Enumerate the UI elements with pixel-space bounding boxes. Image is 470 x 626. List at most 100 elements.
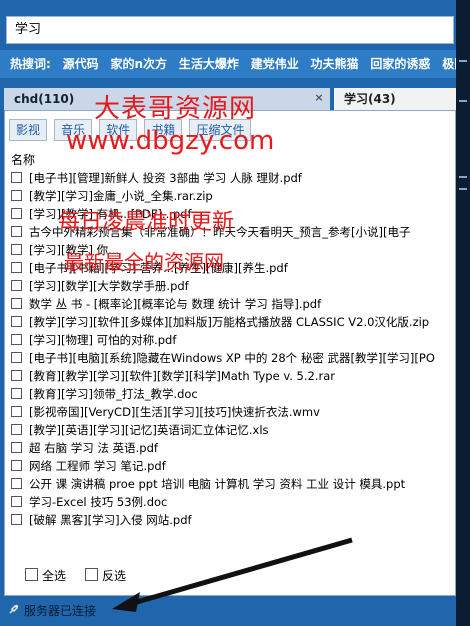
item-filename: [破解 黑客][学习]入侵 网站.pdf [29,513,192,527]
item-filename: 古今中外精彩预言集（非常准确）！昨天今天看明天_预言_参考[小说][电子 [29,225,411,239]
checkbox-box [25,568,38,581]
item-filename: [教学][学习][软件][多媒体][加料版]万能格式播放器 CLASSIC V2… [29,315,430,329]
invert-label: 反选 [102,569,127,583]
item-filename: [电子书][书籍][学习] 营养...[养生][健康][养生.pdf [29,261,288,275]
invert-selection-checkbox[interactable]: 反选 [85,567,126,584]
hotword-link[interactable]: 建党伟业 [251,57,299,71]
item-checkbox[interactable] [11,424,22,435]
hotwords-bar: 热搜词: 源代码 家的n次方 生活大爆炸 建党伟业 功夫熊猫 回家的诱惑 极限 [0,50,456,78]
list-item[interactable]: 学习-Excel 技巧 53例.doc [5,493,455,511]
list-item[interactable]: [教育][教学][学习][软件][数学][科学]Math Type v. 5.2… [5,367,455,385]
item-checkbox[interactable] [11,226,22,237]
list-item[interactable]: [教学][学习]金庸_小说_全集.rar.zip [5,187,455,205]
connection-plug-icon [9,604,19,614]
status-text: 服务器已连接 [24,604,97,618]
select-all-label: 全选 [42,569,67,583]
list-item[interactable]: [学习][数学][大学数学手册.pdf [5,277,455,295]
list-item[interactable]: 古今中外精彩预言集（非常准确）！昨天今天看明天_预言_参考[小说][电子 [5,223,455,241]
item-checkbox[interactable] [11,208,22,219]
tab-label: chd(110) [14,92,75,106]
item-checkbox[interactable] [11,514,22,525]
edge-marker [459,60,467,62]
list-item[interactable]: [学习][教学] 有机...[PDF]...pdf [5,205,455,223]
list-item[interactable]: 网络 工程师 学习 笔记.pdf [5,457,455,475]
item-checkbox[interactable] [11,388,22,399]
list-footer: 全选 反选 [5,559,455,589]
item-checkbox[interactable] [11,406,22,417]
right-edge-strip [456,0,470,626]
item-filename: [学习][数学][大学数学手册.pdf [29,279,189,293]
search-input[interactable]: 学习 [6,16,454,44]
item-filename: [教学][英语][学习][记忆]英语词汇立体记忆.xls [29,423,269,437]
hotword-link[interactable]: 极限 [442,57,456,71]
hotword-link[interactable]: 功夫熊猫 [311,57,359,71]
item-filename: [电子书][管理]新鲜人 投资 3部曲 学习 人脉 理财.pdf [29,171,302,185]
item-filename: [教学][学习]金庸_小说_全集.rar.zip [29,189,213,203]
edge-marker [459,188,467,190]
list-item[interactable]: [教学][英语][学习][记忆]英语词汇立体记忆.xls [5,421,455,439]
item-checkbox[interactable] [11,244,22,255]
list-item[interactable]: 超 右脑 学习 法 英语.pdf [5,439,455,457]
tab-study[interactable]: 学习(43) [334,88,456,110]
item-filename: 数学 丛 书 - [概率论][概率论与 数理 统计 学习 指导].pdf [29,297,322,311]
item-checkbox[interactable] [11,370,22,381]
list-item[interactable]: [电子书][管理]新鲜人 投资 3部曲 学习 人脉 理财.pdf [5,169,455,187]
category-filter: 影视 音乐 软件 书籍 压缩文件 [9,119,253,141]
edge-marker [459,176,467,178]
item-filename: [学习][教学] 你... [29,243,120,257]
list-item[interactable]: 公开 课 演讲稿 proe ppt 培训 电脑 计算机 学习 资料 工业 设计 … [5,475,455,493]
item-checkbox[interactable] [11,496,22,507]
results-list: [电子书][管理]新鲜人 投资 3部曲 学习 人脉 理财.pdf [教学][学习]… [5,169,455,547]
list-item[interactable]: [影视帝国][VeryCD][生活][学习][技巧]快速折衣法.wmv [5,403,455,421]
list-item[interactable]: [破解 黑客][学习]入侵 网站.pdf [5,511,455,529]
tab-label: 学习(43) [344,92,396,106]
list-item[interactable]: [电子书][书籍][学习] 营养...[养生][健康][养生.pdf [5,259,455,277]
item-filename: [教育][教学][学习][软件][数学][科学]Math Type v. 5.2… [29,369,336,383]
edge-marker [459,100,467,102]
close-icon[interactable]: × [312,91,326,105]
category-books-button[interactable]: 书籍 [144,119,183,141]
hotword-link[interactable]: 生活大爆炸 [179,57,239,71]
item-checkbox[interactable] [11,478,22,489]
tab-bar: chd(110) × 学习(43) [0,88,456,110]
item-checkbox[interactable] [11,316,22,327]
hotword-link[interactable]: 回家的诱惑 [370,57,430,71]
item-checkbox[interactable] [11,172,22,183]
results-panel: 影视 音乐 软件 书籍 压缩文件 名称 [电子书][管理]新鲜人 投资 3部曲 … [4,110,456,596]
item-filename: 网络 工程师 学习 笔记.pdf [29,459,166,473]
item-checkbox[interactable] [11,280,22,291]
list-item[interactable]: [学习][教学] 你... [5,241,455,259]
item-filename: [学习][物理] 可怕的对称.pdf [29,333,177,347]
checkbox-box [85,568,98,581]
list-item[interactable]: [教学][学习][软件][多媒体][加料版]万能格式播放器 CLASSIC V2… [5,313,455,331]
hotword-link[interactable]: 家的n次方 [110,57,167,71]
hotwords-label: 热搜词: [10,57,51,71]
app-window: 学习 热搜词: 源代码 家的n次方 生活大爆炸 建党伟业 功夫熊猫 回家的诱惑 … [0,0,456,626]
item-filename: 学习-Excel 技巧 53例.doc [29,495,168,509]
item-filename: [电子书][电脑][系统]隐藏在Windows XP 中的 28个 秘密 武器[… [29,351,435,365]
item-filename: 公开 课 演讲稿 proe ppt 培训 电脑 计算机 学习 资料 工业 设计 … [29,477,406,491]
list-item[interactable]: [电子书][电脑][系统]隐藏在Windows XP 中的 28个 秘密 武器[… [5,349,455,367]
list-item[interactable]: 数学 丛 书 - [概率论][概率论与 数理 统计 学习 指导].pdf [5,295,455,313]
item-filename: [影视帝国][VeryCD][生活][学习][技巧]快速折衣法.wmv [29,405,320,419]
tab-chd[interactable]: chd(110) × [4,88,330,110]
category-archive-button[interactable]: 压缩文件 [189,119,252,141]
item-checkbox[interactable] [11,352,22,363]
item-filename: 超 右脑 学习 法 英语.pdf [29,441,158,455]
item-checkbox[interactable] [11,334,22,345]
column-header-name[interactable]: 名称 [11,151,35,168]
select-all-checkbox[interactable]: 全选 [25,567,66,584]
hotword-link[interactable]: 源代码 [63,57,99,71]
item-checkbox[interactable] [11,190,22,201]
list-item[interactable]: [学习][物理] 可怕的对称.pdf [5,331,455,349]
status-bar: 服务器已连接 [0,598,456,626]
item-checkbox[interactable] [11,298,22,309]
category-video-button[interactable]: 影视 [9,119,48,141]
item-checkbox[interactable] [11,262,22,273]
item-filename: [教育][学习]领带_打法_教学.doc [29,387,198,401]
category-music-button[interactable]: 音乐 [54,119,93,141]
category-software-button[interactable]: 软件 [99,119,138,141]
item-checkbox[interactable] [11,460,22,471]
item-checkbox[interactable] [11,442,22,453]
list-item[interactable]: [教育][学习]领带_打法_教学.doc [5,385,455,403]
